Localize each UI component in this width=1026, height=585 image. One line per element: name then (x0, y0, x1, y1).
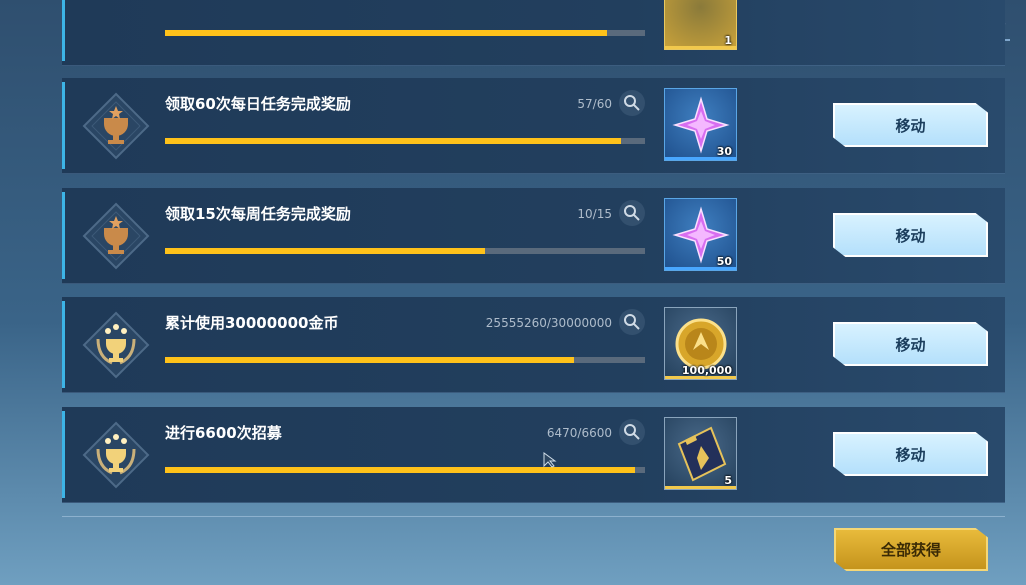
task-row: 领取60次每日任务完成奖励 57/60 30 移动 (62, 78, 1005, 174)
reward-slot[interactable]: 30 (664, 88, 737, 161)
search-icon[interactable] (619, 90, 645, 116)
search-icon[interactable] (619, 200, 645, 226)
progress-bar (165, 467, 645, 473)
progress-fill (165, 30, 607, 36)
reward-quantity: 100,000 (681, 364, 732, 377)
reward-quantity: 50 (716, 255, 732, 268)
recruit-ticket-icon (677, 426, 727, 482)
task-title: 累计使用30000000金币 (165, 314, 339, 332)
claim-all-button[interactable]: 全部获得 (834, 528, 988, 571)
search-icon[interactable] (619, 419, 645, 445)
gold-trophy-icon (82, 311, 150, 379)
progress-bar (165, 248, 645, 254)
progress-text: 25555260/30000000 (485, 316, 612, 330)
progress-text: 6470/6600 (546, 426, 612, 440)
progress-bar (165, 30, 645, 36)
task-row: 进行6600次招募 6470/6600 5 移动 (62, 407, 1005, 503)
reward-slot[interactable]: 5 (664, 417, 737, 490)
reward-quantity: 1 (724, 34, 732, 47)
task-title: 领取15次每周任务完成奖励 (165, 205, 351, 223)
cursor-icon (543, 452, 557, 468)
reward-quantity: 5 (724, 474, 732, 487)
progress-text: 57/60 (577, 97, 612, 111)
task-row: 领取15次每周任务完成奖励 10/15 50 移动 (62, 188, 1005, 284)
progress-fill (165, 248, 486, 254)
progress-fill (165, 357, 574, 363)
progress-text: 10/15 (577, 207, 612, 221)
progress-fill (165, 138, 621, 144)
gold-trophy-icon (82, 421, 150, 489)
task-row: 累计使用30000000金币 25555260/30000000 100,000… (62, 297, 1005, 393)
move-button[interactable]: 移动 (833, 103, 988, 147)
progress-bar (165, 357, 645, 363)
task-title: 进行6600次招募 (165, 424, 282, 442)
bronze-trophy-icon (82, 202, 150, 270)
move-button[interactable]: 移动 (833, 432, 988, 476)
move-button[interactable]: 移动 (833, 322, 988, 366)
task-row-partial: 1 (62, 0, 1005, 66)
reward-slot[interactable]: 100,000 (664, 307, 737, 380)
bronze-trophy-icon (82, 92, 150, 160)
move-button[interactable]: 移动 (833, 213, 988, 257)
search-icon[interactable] (619, 309, 645, 335)
task-title: 领取60次每日任务完成奖励 (165, 95, 351, 113)
reward-quantity: 30 (716, 145, 732, 158)
progress-bar (165, 138, 645, 144)
footer-divider (62, 516, 1005, 517)
reward-slot[interactable]: 1 (664, 0, 737, 50)
reward-slot[interactable]: 50 (664, 198, 737, 271)
progress-fill (165, 467, 636, 473)
